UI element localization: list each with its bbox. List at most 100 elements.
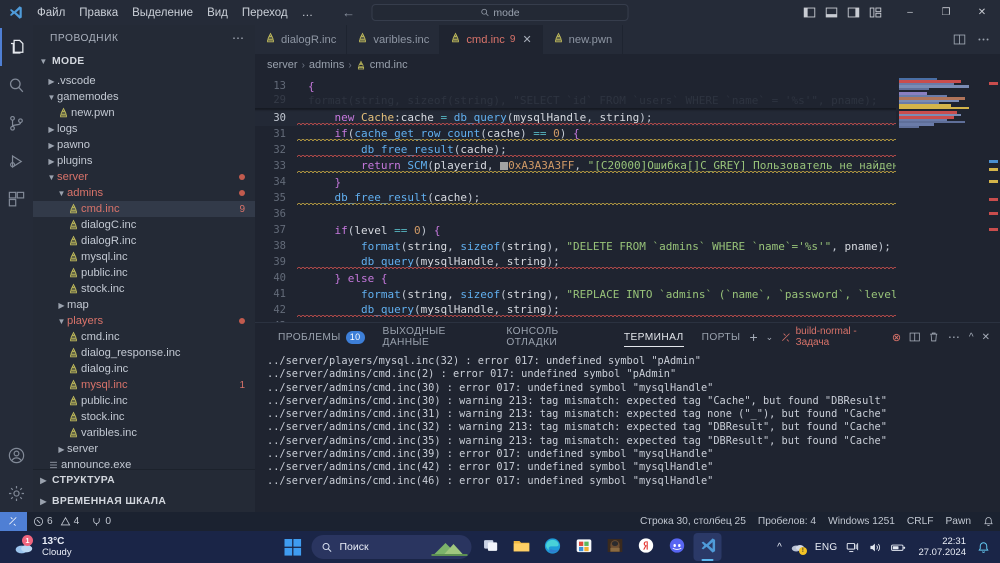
menu-view[interactable]: Вид <box>200 4 235 22</box>
tree-item-players[interactable]: ▼ players <box>33 313 255 329</box>
panel-more-icon[interactable]: ⋯ <box>948 330 961 344</box>
panel-tab-порты[interactable]: ПОРТЫ <box>693 323 750 351</box>
tree-item-admins[interactable]: ▼ admins <box>33 185 255 201</box>
breadcrumb-server[interactable]: server <box>267 59 298 71</box>
more-actions-icon[interactable] <box>977 33 990 46</box>
tree-item-stock-inc[interactable]: stock.inc <box>33 409 255 425</box>
toggle-primary-sidebar-icon[interactable] <box>803 6 816 19</box>
panel-tab-терминал[interactable]: ТЕРМИНАЛ <box>615 323 693 351</box>
taskbar-yandex-browser[interactable] <box>632 533 660 561</box>
taskbar-task-view[interactable] <box>477 533 505 561</box>
language-indicator[interactable]: ENG <box>815 542 838 553</box>
customize-layout-icon[interactable] <box>869 6 882 19</box>
terminal-task-entry[interactable]: build-normal - Задача ⊗ <box>781 326 901 348</box>
sidebar-item-run-debug[interactable] <box>0 142 33 180</box>
volume-icon[interactable] <box>868 541 881 554</box>
minimap[interactable] <box>896 76 986 322</box>
toggle-panel-icon[interactable] <box>825 6 838 19</box>
panel-tab-консоль-отладки[interactable]: КОНСОЛЬ ОТЛАДКИ <box>497 323 614 351</box>
taskbar-clock[interactable]: 22:31 27.07.2024 <box>916 536 968 558</box>
status-language-mode[interactable]: Pawn <box>940 512 977 531</box>
start-button[interactable] <box>279 533 307 561</box>
accounts-button[interactable] <box>0 436 33 474</box>
network-icon[interactable] <box>846 541 859 554</box>
taskbar-photos[interactable] <box>601 533 629 561</box>
tree-item-public-inc[interactable]: public.inc <box>33 265 255 281</box>
trash-icon[interactable] <box>928 331 939 343</box>
explorer-root-folder[interactable]: ▼ MODE <box>33 51 255 72</box>
taskbar-discord[interactable] <box>663 533 691 561</box>
status-indentation[interactable]: Пробелов: 4 <box>752 512 822 531</box>
window-minimize-button[interactable]: – <box>892 0 928 25</box>
tree-item-dialog_response-inc[interactable]: dialog_response.inc <box>33 345 255 361</box>
menu-more[interactable]: … <box>295 4 321 22</box>
explorer-more-icon[interactable]: ⋯ <box>232 31 245 45</box>
tree-item-server[interactable]: ▶ server <box>33 441 255 457</box>
status-cursor-position[interactable]: Строка 30, столбец 25 <box>634 512 752 531</box>
tree-item-mysql-inc[interactable]: mysql.inc 1 <box>33 377 255 393</box>
terminal-output[interactable]: ../server/players/mysql.inc(32) : error … <box>255 351 1000 512</box>
code-editor[interactable]: 13 { 30 new Cache:cache = db_query(mysql… <box>255 76 1000 322</box>
tab-new-pwn[interactable]: new.pwn <box>542 25 624 54</box>
tree-item-new-pwn[interactable]: new.pwn <box>33 105 255 121</box>
tree-item-plugins[interactable]: ▶ plugins <box>33 153 255 169</box>
tree-item-varibles-inc[interactable]: varibles.inc <box>33 425 255 441</box>
breadcrumb-file[interactable]: cmd.inc <box>370 59 408 71</box>
battery-icon[interactable] <box>890 541 907 554</box>
tree-item-dialogc-inc[interactable]: dialogC.inc <box>33 217 255 233</box>
split-terminal-icon[interactable] <box>909 331 920 343</box>
tab-varibles-inc[interactable]: varibles.inc <box>347 25 441 54</box>
window-close-button[interactable]: ✕ <box>964 0 1000 25</box>
tab-close-icon[interactable]: ✕ <box>522 33 531 46</box>
status-ports[interactable]: 0 <box>85 512 117 531</box>
panel-collapse-icon[interactable]: ^ <box>969 332 974 343</box>
panel-tab-проблемы[interactable]: ПРОБЛЕМЫ 10 <box>269 323 374 351</box>
onedrive-icon[interactable]: ! <box>791 541 807 555</box>
sidebar-item-explorer[interactable] <box>0 28 33 66</box>
menu-file[interactable]: Файл <box>30 4 72 22</box>
window-maximize-button[interactable]: ❐ <box>928 0 964 25</box>
panel-tab-выходные-данные[interactable]: ВЫХОДНЫЕ ДАННЫЕ <box>374 323 498 351</box>
breadcrumb-admins[interactable]: admins <box>309 59 344 71</box>
tree-item-logs[interactable]: ▶ logs <box>33 121 255 137</box>
tree-item-stock-inc[interactable]: stock.inc <box>33 281 255 297</box>
panel-close-icon[interactable]: ✕ <box>982 332 990 343</box>
sidebar-item-source-control[interactable] <box>0 104 33 142</box>
weather-widget[interactable]: 1 13°C Cloudy <box>0 535 72 558</box>
taskbar-file-explorer[interactable] <box>508 533 536 561</box>
taskbar-edge[interactable] <box>539 533 567 561</box>
tree-item-dialogr-inc[interactable]: dialogR.inc <box>33 233 255 249</box>
tree-item-announce-exe[interactable]: announce.exe <box>33 457 255 469</box>
tree-item-dialog-inc[interactable]: dialog.inc <box>33 361 255 377</box>
toggle-secondary-sidebar-icon[interactable] <box>847 6 860 19</box>
tree-item-cmd-inc[interactable]: cmd.inc 9 <box>33 201 255 217</box>
sidebar-item-search[interactable] <box>0 66 33 104</box>
file-tree[interactable]: ▶ .vscode ▼ gamemodes new.pwn ▶ logs ▶ pawno ▶ plu… <box>33 72 255 469</box>
taskbar-search[interactable]: Поиск <box>311 535 472 559</box>
section-timeline[interactable]: ▶ ВРЕМЕННАЯ ШКАЛА <box>33 491 255 512</box>
tree-item--vscode[interactable]: ▶ .vscode <box>33 73 255 89</box>
terminal-dropdown-icon[interactable]: ⌄ <box>766 332 774 343</box>
tree-item-pawno[interactable]: ▶ pawno <box>33 137 255 153</box>
new-terminal-icon[interactable]: + <box>749 329 757 345</box>
tree-item-public-inc[interactable]: public.inc <box>33 393 255 409</box>
menu-edit[interactable]: Правка <box>72 4 125 22</box>
status-notifications-bell[interactable] <box>977 512 1000 531</box>
tree-item-cmd-inc[interactable]: cmd.inc <box>33 329 255 345</box>
status-eol[interactable]: CRLF <box>901 512 940 531</box>
status-encoding[interactable]: Windows 1251 <box>822 512 901 531</box>
editor-scrollbar[interactable] <box>986 76 1000 322</box>
menu-go[interactable]: Переход <box>235 4 295 22</box>
sidebar-item-extensions[interactable] <box>0 180 33 218</box>
menu-selection[interactable]: Выделение <box>125 4 200 22</box>
tab-cmd-inc[interactable]: cmd.inc 9 ✕ <box>440 25 543 54</box>
settings-button[interactable] <box>0 474 33 512</box>
tree-item-gamemodes[interactable]: ▼ gamemodes <box>33 89 255 105</box>
tab-dialogR-inc[interactable]: dialogR.inc <box>255 25 348 54</box>
taskbar-microsoft-store[interactable] <box>570 533 598 561</box>
tree-item-server[interactable]: ▼ server <box>33 169 255 185</box>
taskbar-vscode[interactable] <box>693 533 722 561</box>
tree-item-map[interactable]: ▶ map <box>33 297 255 313</box>
section-outline[interactable]: ▶ СТРУКТУРА <box>33 470 255 491</box>
kill-task-icon[interactable]: ⊗ <box>892 331 901 344</box>
